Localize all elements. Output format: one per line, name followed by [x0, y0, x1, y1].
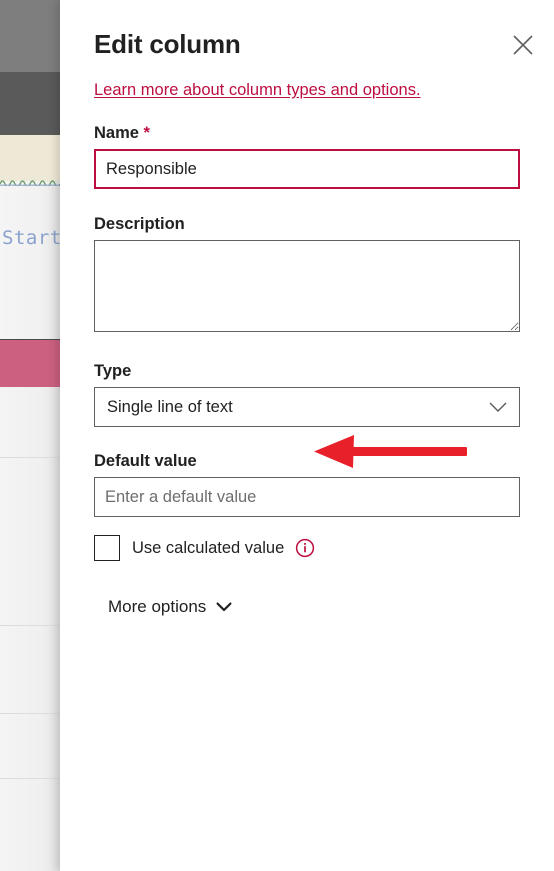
close-button[interactable]: [506, 28, 540, 62]
panel-header: Edit column: [60, 0, 554, 74]
more-options-wrapper: More options: [60, 561, 554, 617]
backdrop-start-text: Start: [2, 227, 60, 249]
default-value-label: Default value: [94, 452, 197, 470]
field-default-value: Default value Use calculated value: [60, 452, 554, 561]
backdrop-band-gray-light: [0, 0, 60, 72]
backdrop-band-gray-dark: [0, 72, 60, 135]
more-options-label: More options: [108, 597, 207, 616]
name-input[interactable]: [94, 149, 520, 189]
type-select[interactable]: Single line of text: [94, 387, 520, 427]
default-value-input[interactable]: [94, 477, 520, 517]
type-select-value: Single line of text: [107, 397, 233, 416]
learn-more-link[interactable]: Learn more about column types and option…: [94, 81, 421, 100]
description-textarea[interactable]: [94, 240, 520, 332]
background-document: Start: [0, 0, 60, 871]
backdrop-row-divider: [0, 457, 60, 458]
field-name: Name *: [60, 124, 554, 189]
type-select-wrapper: Single line of text: [94, 387, 520, 427]
chevron-down-icon: [216, 597, 232, 617]
use-calculated-value-label: Use calculated value: [132, 538, 285, 557]
backdrop-row-divider: [0, 778, 60, 779]
backdrop-band-pink: [0, 340, 60, 387]
backdrop-row-divider: [0, 625, 60, 626]
use-calculated-value-checkbox[interactable]: [94, 535, 120, 561]
field-type: Type Single line of text: [60, 362, 554, 427]
description-label: Description: [94, 215, 185, 233]
use-calculated-value-row: Use calculated value: [94, 535, 520, 561]
screen: Start Edit column Learn more about colum…: [0, 0, 554, 871]
backdrop-band-list: [0, 387, 60, 871]
edit-column-panel: Edit column Learn more about column type…: [60, 0, 554, 871]
backdrop-divider: [0, 339, 60, 340]
more-options-toggle[interactable]: More options: [108, 597, 232, 617]
name-label-text: Name: [94, 124, 139, 142]
backdrop-row-divider: [0, 713, 60, 714]
close-icon: [512, 34, 534, 56]
required-marker: *: [143, 124, 150, 142]
info-icon[interactable]: [295, 538, 315, 558]
squiggle-divider-icon: [0, 180, 60, 186]
field-description: Description: [60, 215, 554, 337]
name-label: Name *: [94, 124, 520, 143]
page-title: Edit column: [94, 29, 241, 59]
edit-column-form: Name * Description Type Single line of t…: [60, 124, 554, 617]
backdrop-band-cream: [0, 135, 60, 181]
backdrop-band-white: [0, 181, 60, 340]
type-label: Type: [94, 362, 132, 380]
